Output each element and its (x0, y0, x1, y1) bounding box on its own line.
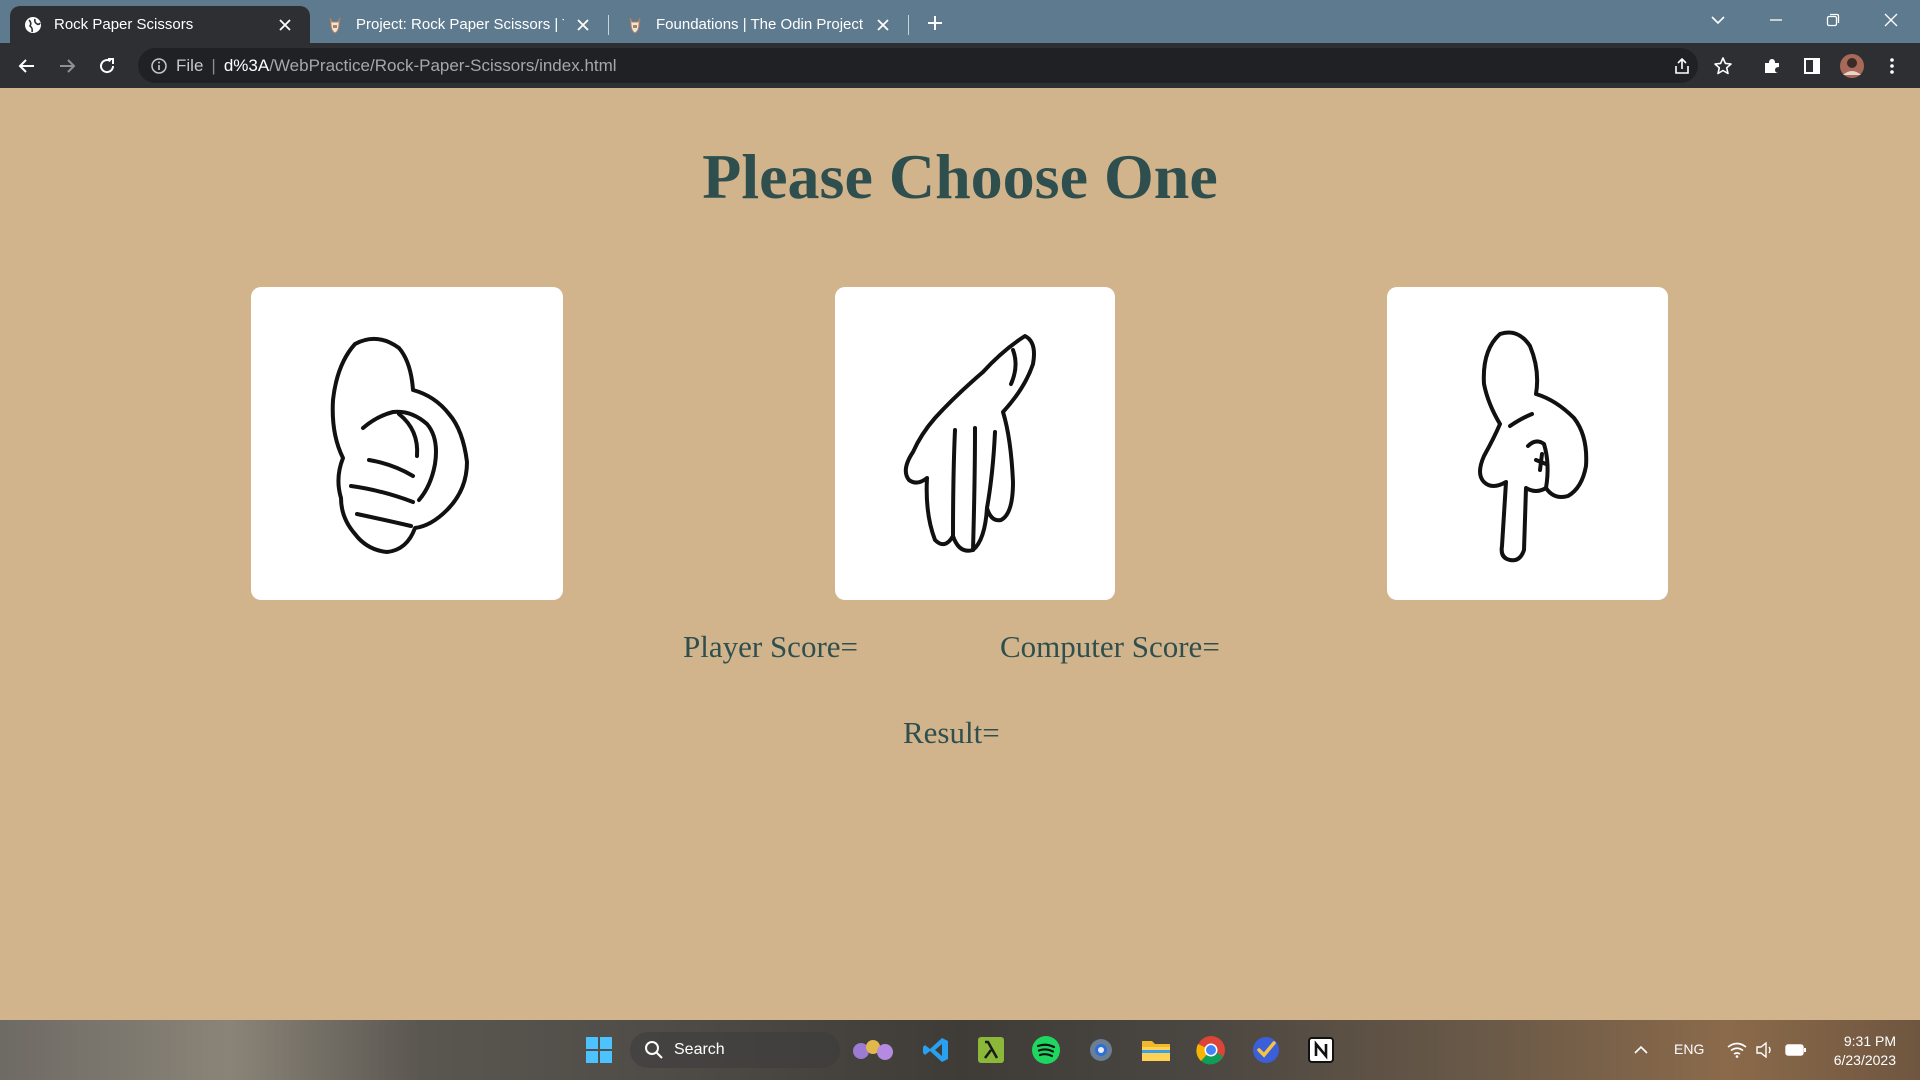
computer-score-label: Computer Score= (1000, 629, 1220, 664)
notion-button[interactable] (1301, 1030, 1341, 1070)
address-host: d%3A (223, 55, 270, 75)
volume-status[interactable] (1750, 1030, 1780, 1070)
battery-icon (1785, 1044, 1806, 1056)
restore-button[interactable] (1805, 0, 1861, 40)
taskbar-clock[interactable]: 9:31 PM 6/23/2023 (1834, 1032, 1896, 1070)
paper-button[interactable] (835, 287, 1115, 600)
wifi-icon (1727, 1042, 1747, 1058)
result-label: Result= (903, 715, 1000, 750)
tab-project-rock-paper-scissors[interactable]: Project: Rock Paper Scissors | The Odin … (312, 6, 608, 43)
chrome-menu-button[interactable] (1876, 50, 1908, 82)
page-title: Please Choose One (702, 141, 1218, 212)
profile-button[interactable] (1836, 50, 1868, 82)
vscode-icon (923, 1038, 948, 1062)
chrome-button[interactable] (1191, 1030, 1231, 1070)
info-icon[interactable] (150, 57, 168, 75)
restore-icon (1826, 13, 1840, 27)
search-placeholder: Search (674, 1041, 725, 1058)
lambda-app-icon (978, 1037, 1004, 1063)
star-icon (1714, 57, 1732, 75)
windows-taskbar: Search ENG 9:31 PM 6/23/2023 (0, 1020, 1920, 1080)
minimize-button[interactable] (1748, 0, 1804, 40)
notion-icon (1308, 1037, 1334, 1063)
tab-title: Foundations | The Odin Project (656, 16, 864, 33)
browser-toolbar: File | d%3A /WebPractice/Rock-Paper-Scis… (0, 43, 1920, 88)
lambda-app-button[interactable] (971, 1030, 1011, 1070)
tab-separator (608, 15, 609, 35)
globe-icon (25, 16, 41, 33)
tasks-button[interactable] (1246, 1030, 1286, 1070)
file-explorer-icon (1142, 1041, 1170, 1061)
rock-button[interactable] (251, 287, 563, 600)
tab-title: Project: Rock Paper Scissors | The Odin … (356, 16, 564, 33)
address-bar[interactable]: File | d%3A /WebPractice/Rock-Paper-Scis… (138, 48, 1698, 83)
share-button[interactable] (1666, 50, 1698, 82)
widgets-button[interactable] (848, 1030, 900, 1070)
puzzle-icon (1765, 59, 1779, 73)
scissors-button[interactable] (1387, 287, 1668, 600)
two-finger-hand-icon (1477, 330, 1588, 562)
tasks-check-icon (1253, 1037, 1279, 1063)
tab-separator (908, 15, 909, 35)
search-icon (645, 1041, 663, 1059)
tab-close-icon[interactable] (872, 14, 894, 36)
tab-rock-paper-scissors[interactable]: Rock Paper Scissors (10, 6, 310, 43)
tab-close-icon[interactable] (572, 14, 594, 36)
side-panel-icon (1804, 58, 1820, 74)
file-explorer-button[interactable] (1136, 1030, 1176, 1070)
avatar (1840, 54, 1864, 78)
tab-close-icon[interactable] (274, 14, 296, 36)
side-panel-button[interactable] (1796, 50, 1828, 82)
battery-status[interactable] (1780, 1030, 1812, 1070)
wifi-status[interactable] (1722, 1030, 1752, 1070)
chevron-up-icon (1634, 1045, 1648, 1054)
odin-project-icon (629, 17, 641, 34)
settings-button[interactable] (1081, 1030, 1121, 1070)
share-icon (1675, 57, 1689, 74)
new-tab-button[interactable] (921, 9, 949, 37)
chevron-down-icon (1711, 16, 1725, 25)
clock-time: 9:31 PM (1843, 1033, 1896, 1049)
address-scheme-label: File (176, 55, 204, 75)
start-button[interactable] (579, 1030, 619, 1070)
widgets-icon (853, 1040, 893, 1060)
tab-foundations[interactable]: Foundations | The Odin Project (612, 6, 908, 43)
address-path: /WebPractice/Rock-Paper-Scissors/index.h… (269, 55, 617, 75)
player-score-label: Player Score= (683, 629, 859, 664)
tab-search-button[interactable] (1690, 0, 1746, 40)
clock-date: 6/23/2023 (1833, 1052, 1896, 1068)
spotify-icon (1032, 1036, 1060, 1064)
speaker-icon (1756, 1042, 1771, 1058)
fist-hand-icon (330, 336, 469, 554)
reload-button[interactable] (91, 50, 123, 82)
tray-overflow-button[interactable] (1626, 1030, 1656, 1070)
odin-project-icon (329, 17, 341, 34)
taskbar-search[interactable]: Search (630, 1032, 840, 1068)
close-icon (1884, 13, 1898, 27)
language-indicator[interactable]: ENG (1674, 1041, 1704, 1057)
chrome-icon (1196, 1036, 1225, 1065)
address-divider: | (211, 55, 216, 75)
arrow-left-icon (18, 59, 34, 73)
spotify-button[interactable] (1026, 1030, 1066, 1070)
back-button[interactable] (11, 50, 43, 82)
vscode-button[interactable] (916, 1030, 956, 1070)
arrow-right-icon (60, 59, 76, 73)
settings-icon (1090, 1039, 1112, 1061)
plus-icon (928, 16, 942, 30)
extensions-button[interactable] (1756, 50, 1788, 82)
more-vertical-icon (1890, 58, 1894, 74)
open-hand-icon (903, 333, 1036, 553)
minimize-icon (1770, 19, 1782, 21)
reload-icon (100, 58, 115, 74)
close-window-button[interactable] (1863, 0, 1919, 40)
browser-tabstrip: Rock Paper Scissors Project: Rock Paper … (0, 0, 1920, 43)
bookmark-button[interactable] (1707, 50, 1739, 82)
page-viewport: Please Choose One Player Score= Computer… (0, 88, 1920, 1020)
tab-title: Rock Paper Scissors (54, 16, 194, 33)
forward-button[interactable] (51, 50, 83, 82)
windows-start-icon (586, 1037, 612, 1063)
